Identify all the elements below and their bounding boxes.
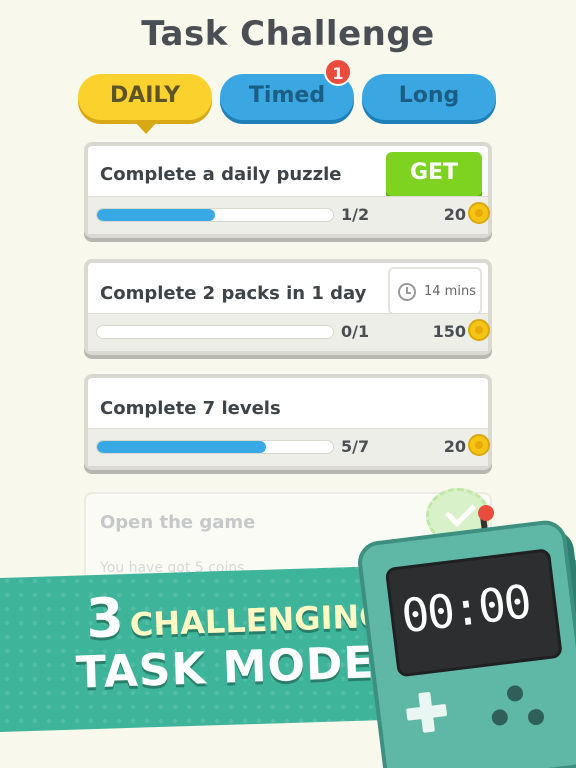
progress-fill [97,209,215,221]
progress-bar [96,440,334,454]
tab-timed[interactable]: Timed 1 [220,58,354,120]
device-screen: 00:00 [384,548,563,678]
mode-tabs: DAILY Timed 1 Long [78,58,498,134]
task-footer: 0/1 150 [88,313,490,351]
timer-device-illustration: 00:00 [355,518,576,768]
page-title: Task Challenge [141,14,435,54]
task-title: Complete 7 levels [100,398,281,419]
tab-long-label: Long [398,83,460,108]
progress-text: 1/2 [341,205,370,224]
device-button-icon [527,708,545,726]
active-tab-pointer [135,122,157,134]
device-button-icon [490,708,509,727]
task-card-daily-puzzle: Complete a daily puzzle GET 1/2 20 [84,142,492,238]
tab-long[interactable]: Long [362,74,496,120]
timer-box: 14 mins [388,267,482,315]
promo-word: CHALLENGING [129,596,387,644]
task-title: Complete a daily puzzle [100,164,342,185]
clock-icon [398,283,416,301]
device-button-icon [506,684,524,703]
coin-icon [468,202,490,224]
reward-amount: 20 [443,437,466,456]
task-title: Complete 2 packs in 1 day [100,283,367,304]
antenna-ball-icon [478,505,494,521]
promo-number: 3 [84,585,125,651]
progress-text: 0/1 [341,322,370,341]
task-footer: 5/7 20 [88,428,490,466]
progress-fill [97,441,266,453]
task-card-packs: Complete 2 packs in 1 day 14 mins 0/1 15… [84,259,492,355]
timer-text: 14 mins [424,284,476,299]
dpad-icon [404,690,449,735]
coin-icon [468,319,490,341]
tab-daily[interactable]: DAILY [78,74,212,134]
progress-bar [96,325,334,339]
task-footer: 1/2 20 [88,196,490,234]
reward-amount: 150 [432,322,466,341]
get-reward-button[interactable]: GET [386,152,482,196]
progress-bar [96,208,334,222]
task-card-levels: Complete 7 levels 5/7 20 [84,374,492,470]
tab-daily-label: DAILY [110,83,180,108]
device-time: 00:00 [398,574,533,644]
notification-badge: 1 [324,58,352,86]
coin-icon [468,434,490,456]
progress-text: 5/7 [341,437,370,456]
tab-timed-label: Timed [248,83,326,108]
task-title: Open the game [100,512,256,533]
reward-amount: 20 [443,205,466,224]
